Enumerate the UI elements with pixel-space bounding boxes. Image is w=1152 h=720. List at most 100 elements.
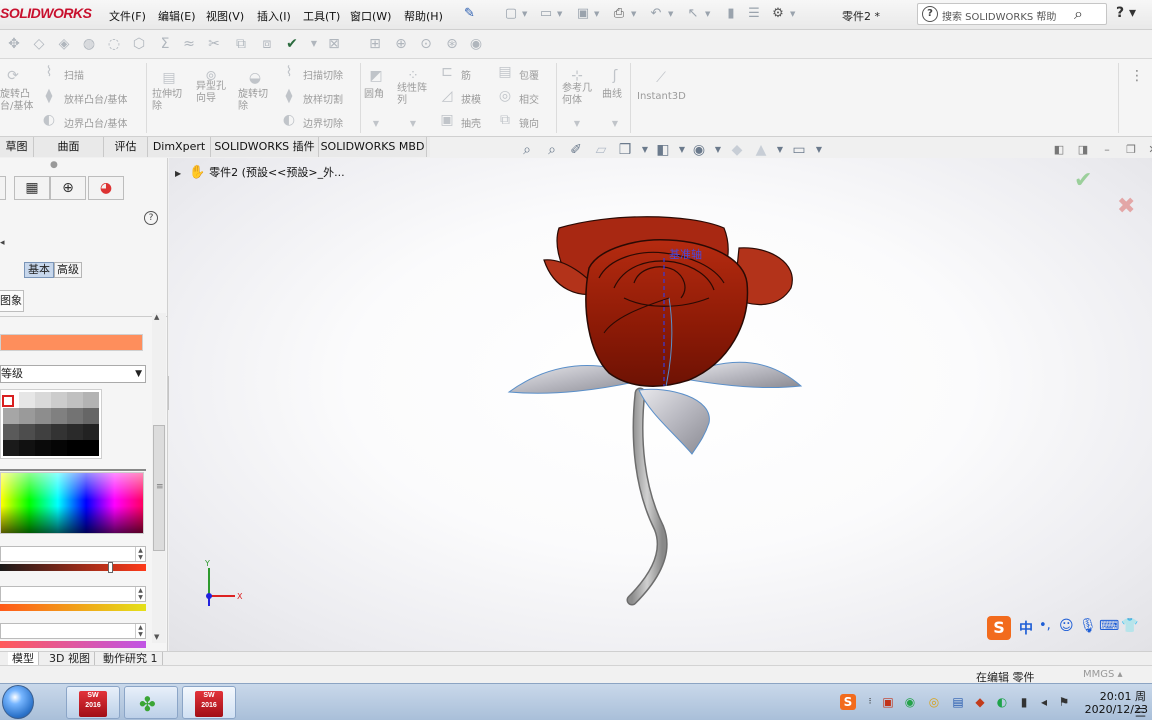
- ime-status-icon[interactable]: ⁝: [862, 694, 878, 710]
- revolved-cut-icon[interactable]: ◒: [246, 69, 264, 87]
- collapse-arrow-icon[interactable]: ◂: [0, 238, 5, 248]
- trim-icon[interactable]: ✂: [205, 35, 223, 53]
- repair-sketch-icon[interactable]: ⊛: [443, 35, 461, 53]
- skin-icon[interactable]: 👕: [1121, 618, 1138, 634]
- menu-help[interactable]: 帮助(H): [404, 8, 443, 24]
- spin-arrows-icon[interactable]: ▲ ▼: [135, 587, 145, 601]
- line-icon[interactable]: ◇: [30, 35, 48, 53]
- taskbar-solidworks-2016[interactable]: SW 2016: [66, 686, 120, 719]
- scroll-down-icon[interactable]: ▼: [154, 633, 159, 641]
- mirror-label[interactable]: 镜向: [519, 115, 539, 130]
- palette-select[interactable]: 等级 ▼: [0, 365, 146, 383]
- draft-icon[interactable]: ◿: [438, 87, 456, 105]
- chevron-down-icon[interactable]: ▼: [606, 115, 624, 133]
- chevron-down-icon[interactable]: ▼: [367, 115, 385, 133]
- file-properties-icon[interactable]: ☰: [746, 6, 762, 22]
- tab-3d-views[interactable]: 3D 视图: [45, 652, 95, 666]
- wrap-icon[interactable]: ▤: [496, 63, 514, 81]
- feature-tree-root[interactable]: ▶ ✋ 零件2 (预設<<预設>_外...: [175, 164, 345, 180]
- draft-label[interactable]: 拔模: [461, 91, 481, 106]
- save-icon[interactable]: ▣: [575, 6, 591, 22]
- confirm-check-icon[interactable]: ✔: [1074, 168, 1092, 193]
- scroll-up-icon[interactable]: ▲: [154, 313, 159, 321]
- spin-arrows-icon[interactable]: ▲ ▼: [135, 547, 145, 561]
- flag-icon[interactable]: ⚑: [1056, 694, 1072, 710]
- start-button[interactable]: [2, 685, 34, 719]
- instant3d-icon[interactable]: ⟋: [652, 69, 670, 87]
- help-button[interactable]: ? ▾: [1116, 5, 1136, 21]
- intersect-label[interactable]: 相交: [519, 91, 539, 106]
- chevron-down-icon[interactable]: ▼: [557, 10, 562, 18]
- new-document-icon[interactable]: ▢: [503, 6, 519, 22]
- undo-icon[interactable]: ↶: [648, 6, 664, 22]
- chevron-down-icon[interactable]: ▼: [636, 141, 654, 159]
- green-value-field[interactable]: ▲ ▼: [0, 586, 146, 602]
- menu-window[interactable]: 窗口(W): [350, 8, 391, 24]
- previous-view-icon[interactable]: ✐: [567, 141, 585, 159]
- tab-solidworks-addins[interactable]: SOLIDWORKS 插件: [211, 137, 319, 157]
- spin-arrows-icon[interactable]: ▲ ▼: [135, 624, 145, 638]
- mirror-entities-icon[interactable]: ⧈: [258, 35, 276, 53]
- menu-file[interactable]: 文件(F): [109, 8, 146, 24]
- tab-evaluate[interactable]: 评估: [104, 137, 148, 157]
- panel-scrollbar[interactable]: ▲ ≡ ▼: [152, 313, 166, 643]
- reference-geometry-label[interactable]: 参考几 何体: [562, 83, 592, 107]
- chevron-down-icon[interactable]: ▼: [810, 141, 828, 159]
- menu-edit[interactable]: 编辑(E): [158, 8, 196, 24]
- tray-app-icon[interactable]: ▤: [950, 694, 966, 710]
- rib-label[interactable]: 筋: [461, 67, 471, 82]
- loft-icon[interactable]: ⧫: [40, 87, 58, 105]
- boundary-cut-label[interactable]: 边界切除: [303, 115, 343, 130]
- feature-manager-tab[interactable]: ▤: [0, 176, 6, 200]
- slider-thumb[interactable]: [108, 562, 113, 573]
- section-view-icon[interactable]: ▱: [592, 141, 610, 159]
- appearance-tab[interactable]: ◕: [88, 176, 124, 200]
- quick-snaps-icon[interactable]: ⊞: [366, 35, 384, 53]
- tile-left-icon[interactable]: ◧: [1052, 143, 1066, 157]
- swept-cut-label[interactable]: 扫描切除: [303, 67, 343, 82]
- fillet-icon[interactable]: ◩: [367, 67, 385, 85]
- tab-surfaces[interactable]: 曲面: [34, 137, 104, 157]
- smart-dimension-icon[interactable]: ✥: [5, 35, 23, 53]
- tab-model[interactable]: 模型: [8, 652, 39, 666]
- display-relations-icon[interactable]: ⊠: [325, 35, 343, 53]
- tab-motion-study[interactable]: 動作研究 1: [99, 652, 163, 666]
- clock-date[interactable]: 2020/12/23: [1076, 703, 1148, 716]
- sweep-label[interactable]: 扫描: [64, 67, 84, 82]
- rose-model[interactable]: 基准轴: [499, 208, 819, 608]
- sketch-fillet-icon[interactable]: ✔: [283, 35, 301, 53]
- restore-icon[interactable]: ❐: [1124, 143, 1138, 157]
- check-sketch-icon[interactable]: ⊙: [417, 35, 435, 53]
- chevron-down-icon[interactable]: ▼: [404, 115, 422, 133]
- menu-tools[interactable]: 工具(T): [303, 8, 340, 24]
- panel-splitter[interactable]: ●: [50, 160, 58, 170]
- apply-scene-icon[interactable]: ▲: [752, 141, 770, 159]
- search-icon[interactable]: ⌕: [1074, 4, 1083, 24]
- boundary-boss-icon[interactable]: ◐: [40, 111, 58, 129]
- polygon-icon[interactable]: ⬡: [130, 35, 148, 53]
- mirror-icon[interactable]: ⧉: [496, 111, 514, 129]
- taskbar-solidworks-active[interactable]: SW 2016: [182, 686, 236, 719]
- tab-sketch[interactable]: 草图: [0, 137, 34, 157]
- swept-cut-icon[interactable]: ⌇: [280, 63, 298, 81]
- chevron-down-icon[interactable]: ▼: [673, 141, 691, 159]
- rebuild-icon[interactable]: ▮: [723, 6, 739, 22]
- expand-arrow-icon[interactable]: ▶: [175, 169, 181, 178]
- chevron-down-icon[interactable]: ▼: [522, 10, 527, 18]
- appearance-group-tab[interactable]: 图象: [0, 290, 24, 312]
- tab-solidworks-mbd[interactable]: SOLIDWORKS MBD: [319, 137, 427, 157]
- tile-right-icon[interactable]: ◨: [1076, 143, 1090, 157]
- keyboard-icon[interactable]: ⌨: [1099, 618, 1119, 634]
- color-spectrum-picker[interactable]: [0, 472, 144, 534]
- sogou-ime-icon[interactable]: S: [987, 616, 1011, 640]
- units-indicator[interactable]: MMGS ▴: [1083, 669, 1123, 680]
- display-style-icon[interactable]: ◧: [654, 141, 672, 159]
- tray-app-icon[interactable]: ◐: [994, 694, 1010, 710]
- zoom-to-fit-icon[interactable]: ⌕: [518, 141, 536, 159]
- view-orientation-icon[interactable]: ❒: [616, 141, 634, 159]
- ime-toolbar[interactable]: S 中 •, ☺ 🎙 ⌨ 👕: [987, 616, 1152, 642]
- open-folder-icon[interactable]: ▭: [538, 6, 554, 22]
- graphics-area[interactable]: ▶ ✋ 零件2 (预設<<预設>_外... ✔ ✖ 基准轴 Y X S 中 •,…: [169, 158, 1152, 651]
- extruded-cut-icon[interactable]: ▤: [160, 69, 178, 87]
- chevron-down-icon[interactable]: ▼: [305, 35, 323, 53]
